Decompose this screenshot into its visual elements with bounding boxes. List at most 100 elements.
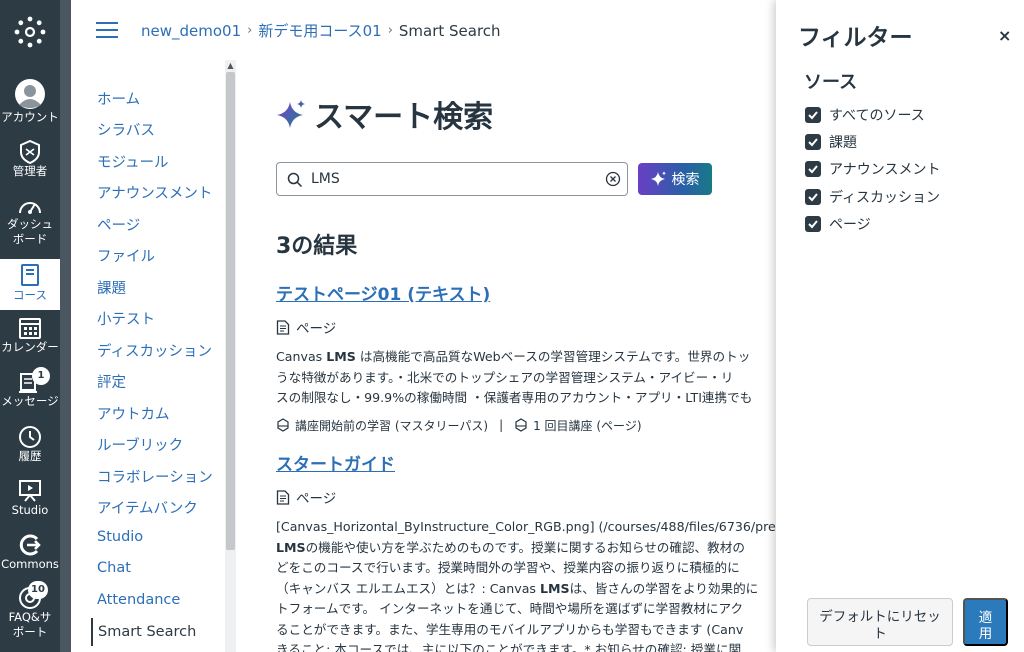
nav-admin-label: 管理者 — [12, 164, 48, 178]
course-nav-announcements[interactable]: アナウンスメント — [97, 182, 212, 203]
clear-search-icon[interactable] — [605, 171, 621, 187]
nav-help[interactable]: 10 FAQ&サ ポート — [0, 581, 60, 640]
reset-label-line2: ト — [873, 626, 887, 641]
module-icon — [515, 418, 527, 432]
course-nav-files[interactable]: ファイル — [97, 245, 155, 266]
checkbox-checked-icon[interactable] — [805, 107, 821, 123]
course-nav-chat[interactable]: Chat — [97, 560, 131, 576]
filter-option-label: すべてのソース — [829, 108, 925, 124]
global-nav-scrollbar[interactable] — [60, 0, 71, 652]
result-type: ページ — [276, 487, 776, 507]
snippet-line: うな特徴があります。・北米でのトップシェアの学習管理システム・アイビー・リ — [276, 369, 734, 385]
breadcrumb-chevron-icon: › — [247, 23, 253, 38]
ai-sparkle-icon — [277, 100, 305, 128]
filter-section-title: ソース — [804, 72, 858, 93]
commons-icon — [19, 534, 41, 556]
breadcrumb-account[interactable]: new_demo01 — [141, 22, 241, 40]
studio-icon — [19, 480, 41, 502]
course-nav-attendance[interactable]: Attendance — [97, 592, 180, 608]
shield-icon — [20, 140, 40, 164]
smart-search-main: スマート検索 検索 3の結果 テストページ01 (テキスト) ページ — [236, 60, 776, 652]
close-icon[interactable]: × — [998, 26, 1011, 45]
nav-history[interactable]: 履歴 — [0, 425, 60, 464]
page-document-icon — [276, 489, 290, 505]
nav-account-label: アカウント — [1, 110, 59, 124]
course-nav-rubrics[interactable]: ルーブリック — [97, 434, 183, 455]
checkbox-checked-icon[interactable] — [805, 216, 821, 232]
snippet-line: LMSの機能や使い方を学ぶためのものです。授業に関するお知らせの確認、教材の — [276, 539, 745, 555]
breadcrumb-current: Smart Search — [398, 21, 501, 40]
course-nav-grades[interactable]: 評定 — [97, 371, 126, 392]
result-snippet: [Canvas_Horizontal_ByInstructure_Color_R… — [276, 517, 776, 652]
nav-commons[interactable]: Commons — [0, 533, 60, 572]
nav-studio-label: Studio — [11, 503, 49, 517]
checkbox-checked-icon[interactable] — [805, 134, 821, 150]
course-nav-item-bank[interactable]: アイテムバンク — [97, 497, 198, 518]
course-nav-home[interactable]: ホーム — [97, 88, 140, 109]
nav-dashboard[interactable]: ダッシュ ボード — [0, 195, 60, 247]
inbox-badge: 1 — [32, 367, 50, 385]
course-nav-pages[interactable]: ページ — [97, 214, 140, 235]
course-nav-assignments[interactable]: 課題 — [97, 277, 126, 298]
course-nav-smart-search[interactable]: Smart Search — [91, 618, 196, 646]
global-nav: アカウント 管理者 ダッシュ ボード コース カレンダー 1 メッセージ 履歴 … — [0, 0, 60, 652]
nav-courses[interactable]: コース — [0, 259, 60, 310]
result-title-link[interactable]: テストページ01 (テキスト) — [276, 280, 776, 305]
search-button[interactable]: 検索 — [638, 163, 712, 195]
nav-calendar[interactable]: カレンダー — [0, 316, 60, 355]
scroll-up-arrow-icon[interactable]: ▲ — [226, 61, 235, 71]
nav-account[interactable]: アカウント — [0, 78, 60, 125]
course-nav-syllabus[interactable]: シラバス — [97, 119, 155, 140]
course-nav: ホーム シラバス モジュール アナウンスメント ページ ファイル 課題 小テスト… — [72, 60, 224, 652]
apply-label-line1: 適 — [978, 609, 993, 625]
page-title: スマート検索 — [314, 100, 494, 135]
page-document-icon — [276, 319, 290, 335]
nav-admin[interactable]: 管理者 — [0, 140, 60, 179]
hamburger-menu-icon[interactable] — [96, 22, 118, 40]
apply-label-line2: 用 — [978, 625, 993, 641]
course-nav-studio[interactable]: Studio — [97, 529, 143, 545]
snippet-line: ることができます。また、学生専用のモバイルアプリからも学習もできます (Canv — [276, 621, 744, 637]
course-nav-quizzes[interactable]: 小テスト — [97, 308, 155, 329]
filter-option-all-sources[interactable]: すべてのソース — [805, 105, 925, 125]
filter-option-label: ディスカッション — [829, 190, 941, 206]
filter-tray-title: フィルター — [798, 25, 913, 51]
reset-label-line1: デフォルトにリセッ — [819, 609, 941, 624]
search-result: テストページ01 (テキスト) ページ Canvas LMS は高機能で高品質な… — [276, 280, 776, 434]
filter-tray: フィルター × ソース すべてのソース 課題 アナウンスメント ディスカッション… — [776, 0, 1024, 652]
filter-option-assignments[interactable]: 課題 — [805, 132, 857, 152]
search-result: スタートガイド ページ [Canvas_Horizontal_ByInstruc… — [276, 450, 776, 652]
nav-inbox[interactable]: 1 メッセージ — [0, 367, 60, 409]
book-icon — [21, 264, 39, 286]
nav-dashboard-label-line1: ダッシュ — [7, 217, 53, 231]
clock-icon — [19, 426, 41, 448]
help-badge: 10 — [28, 581, 48, 599]
institution-logo[interactable] — [0, 16, 60, 48]
module-name: 1 回目講座 (ページ) — [533, 418, 642, 433]
result-title-link[interactable]: スタートガイド — [276, 450, 776, 475]
nav-studio[interactable]: Studio — [0, 479, 60, 518]
checkbox-checked-icon[interactable] — [805, 189, 821, 205]
nav-inbox-label: メッセージ — [1, 394, 59, 408]
reset-default-button[interactable]: デフォルトにリセッ ト — [807, 598, 953, 646]
apply-button[interactable]: 適 用 — [963, 598, 1008, 646]
filter-option-pages[interactable]: ページ — [805, 214, 871, 234]
checkbox-checked-icon[interactable] — [805, 161, 821, 177]
search-icon — [287, 172, 303, 188]
course-header: new_demo01 › 新デモ用コース01 › Smart Search — [72, 0, 776, 60]
search-input[interactable] — [311, 163, 591, 195]
course-nav-collaborations[interactable]: コラボレーション — [97, 466, 213, 487]
nav-commons-label: Commons — [1, 557, 59, 571]
snippet-line: どをこのコースで行います。授業時間外の学習や、授業内容の振り返りに積極的に — [276, 560, 740, 575]
avatar-icon — [15, 79, 45, 109]
snippet-line: スの制限なし・99.9%の稼働時間 ・保護者専用のアカウント・アプリ・LTI連携… — [276, 390, 753, 405]
course-nav-modules[interactable]: モジュール — [97, 151, 169, 172]
search-field[interactable] — [276, 162, 628, 196]
course-nav-discussions[interactable]: ディスカッション — [97, 340, 212, 361]
filter-option-announcements[interactable]: アナウンスメント — [805, 159, 940, 179]
filter-option-discussions[interactable]: ディスカッション — [805, 187, 940, 207]
breadcrumb-course[interactable]: 新デモ用コース01 — [258, 20, 381, 41]
course-nav-outcomes[interactable]: アウトカム — [97, 403, 170, 424]
scrollbar-thumb[interactable] — [226, 72, 235, 550]
breadcrumb: new_demo01 › 新デモ用コース01 › Smart Search — [141, 20, 501, 41]
